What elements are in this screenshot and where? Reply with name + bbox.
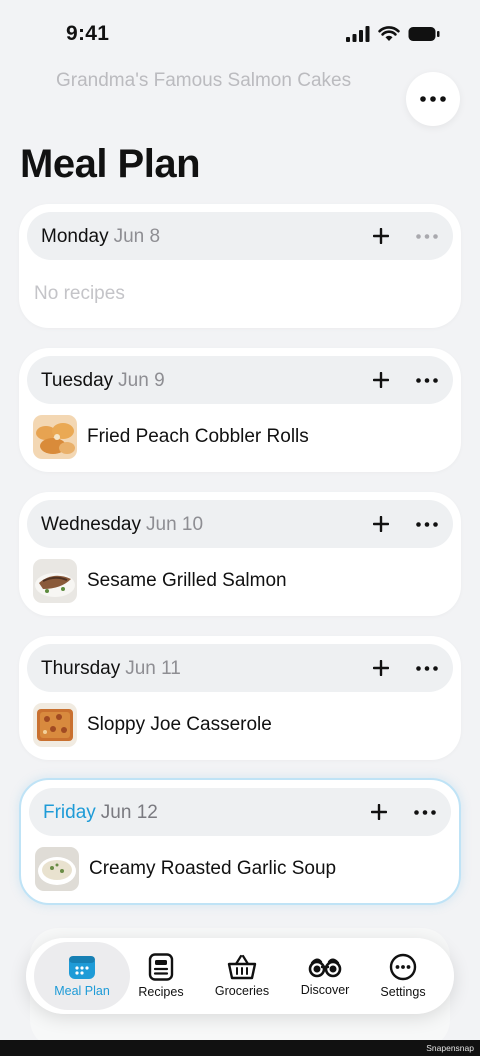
status-icons xyxy=(346,26,440,42)
watermark: Snapensnap xyxy=(426,1043,474,1053)
day-header: Thursday Jun 11 xyxy=(27,644,453,692)
ellipsis-icon xyxy=(416,377,438,383)
add-recipe-button[interactable] xyxy=(369,656,393,680)
add-recipe-button[interactable] xyxy=(367,800,391,824)
day-card-thursday: Thursday Jun 11 Sloppy Joe Casserole xyxy=(19,636,461,760)
tab-label: Groceries xyxy=(214,984,270,998)
page-title: Meal Plan xyxy=(20,142,201,186)
tab-bar: Meal Plan Recipes Groceries Discover Set… xyxy=(26,938,454,1014)
day-date: Jun 10 xyxy=(146,514,204,535)
bottom-strip xyxy=(0,1040,480,1056)
tab-label: Discover xyxy=(300,983,350,997)
tab-settings[interactable]: Settings xyxy=(360,942,446,1010)
day-menu-button[interactable] xyxy=(413,656,441,680)
tab-label: Recipes xyxy=(138,985,184,999)
day-weekday: Friday xyxy=(43,802,96,823)
empty-recipes-text: No recipes xyxy=(34,283,125,304)
day-card-monday: Monday Jun 8 No recipes xyxy=(19,204,461,328)
basket-icon xyxy=(227,954,257,980)
plus-icon xyxy=(373,660,389,676)
wifi-icon xyxy=(378,26,400,41)
day-title: Tuesday Jun 9 xyxy=(41,370,165,392)
plus-icon xyxy=(373,228,389,244)
day-weekday: Tuesday xyxy=(41,370,114,391)
day-title: Wednesday Jun 10 xyxy=(41,514,203,536)
recipe-name: Sesame Grilled Salmon xyxy=(87,570,287,591)
peek-recipe-name: Grandma's Famous Salmon Cakes xyxy=(56,70,352,91)
day-menu-button[interactable] xyxy=(411,800,439,824)
ellipsis-icon xyxy=(416,665,438,671)
add-recipe-button[interactable] xyxy=(369,512,393,536)
day-header: Wednesday Jun 10 xyxy=(27,500,453,548)
day-card-wednesday: Wednesday Jun 10 Sesame Grilled Salmon xyxy=(19,492,461,616)
tab-groceries[interactable]: Groceries xyxy=(199,942,285,1010)
day-menu-button[interactable] xyxy=(413,368,441,392)
tab-recipes[interactable]: Recipes xyxy=(118,942,204,1010)
tab-meal-plan[interactable]: Meal Plan xyxy=(34,942,130,1010)
binoculars-icon xyxy=(308,958,342,978)
ellipsis-icon xyxy=(420,96,446,102)
day-title: Friday Jun 12 xyxy=(43,802,158,824)
recipe-card-icon xyxy=(148,953,174,981)
battery-icon xyxy=(408,27,440,41)
day-header: Friday Jun 12 xyxy=(29,788,451,836)
status-bar: 9:41 xyxy=(0,0,480,70)
signal-icon xyxy=(346,26,370,42)
day-weekday: Wednesday xyxy=(41,514,141,535)
add-recipe-button[interactable] xyxy=(369,224,393,248)
more-options-button[interactable] xyxy=(406,72,460,126)
recipe-row[interactable]: Sesame Grilled Salmon xyxy=(33,558,447,604)
recipe-name: Creamy Roasted Garlic Soup xyxy=(89,858,337,879)
plus-icon xyxy=(373,372,389,388)
day-card-friday: Friday Jun 12 Creamy Roasted Garlic Soup xyxy=(19,778,461,905)
day-header: Tuesday Jun 9 xyxy=(27,356,453,404)
day-card-tuesday: Tuesday Jun 9 Fried Peach Cobbler Rolls xyxy=(19,348,461,472)
tab-label: Meal Plan xyxy=(54,984,110,998)
ellipsis-circle-icon xyxy=(389,953,417,981)
plus-icon xyxy=(373,516,389,532)
recipe-thumbnail xyxy=(33,559,77,603)
ellipsis-icon xyxy=(414,809,436,815)
recipe-thumbnail xyxy=(33,703,77,747)
day-date: Jun 11 xyxy=(125,658,181,679)
day-title: Monday Jun 8 xyxy=(41,226,160,248)
day-header: Monday Jun 8 xyxy=(27,212,453,260)
recipe-row[interactable]: Sloppy Joe Casserole xyxy=(33,702,447,748)
recipe-name: Sloppy Joe Casserole xyxy=(87,714,272,735)
day-menu-button[interactable] xyxy=(413,512,441,536)
day-weekday: Thursday xyxy=(41,658,121,679)
day-weekday: Monday xyxy=(41,226,109,247)
recipe-row[interactable]: Creamy Roasted Garlic Soup xyxy=(35,846,445,892)
recipe-thumbnail xyxy=(35,847,79,891)
day-date: Jun 9 xyxy=(118,370,165,391)
plus-icon xyxy=(371,804,387,820)
add-recipe-button[interactable] xyxy=(369,368,393,392)
status-time: 9:41 xyxy=(66,22,110,45)
day-menu-button[interactable] xyxy=(413,224,441,248)
tab-label: Settings xyxy=(380,985,426,999)
day-title: Thursday Jun 11 xyxy=(41,658,181,680)
calendar-icon xyxy=(69,956,95,979)
tab-discover[interactable]: Discover xyxy=(282,942,368,1010)
recipe-thumbnail xyxy=(33,415,77,459)
day-date: Jun 8 xyxy=(113,226,161,247)
recipe-name: Fried Peach Cobbler Rolls xyxy=(87,426,309,447)
ellipsis-icon xyxy=(416,233,438,239)
ellipsis-icon xyxy=(416,521,438,527)
day-date: Jun 12 xyxy=(100,802,158,823)
recipe-row[interactable]: Fried Peach Cobbler Rolls xyxy=(33,414,447,460)
